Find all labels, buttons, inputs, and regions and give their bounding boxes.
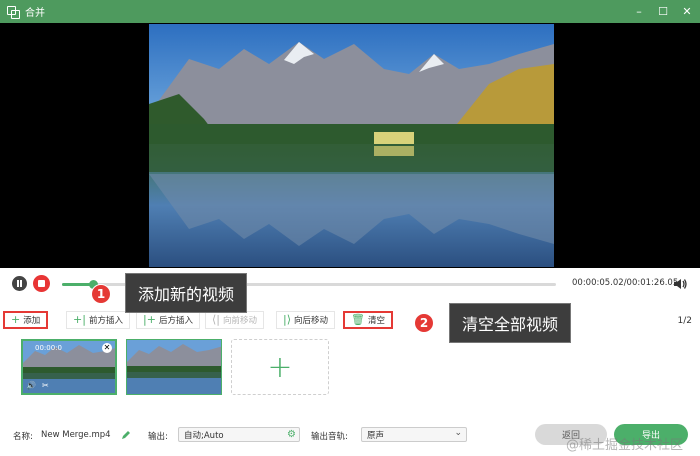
plus-icon: + [267, 349, 293, 385]
insert-before-button[interactable]: +| 前方插入 [66, 311, 130, 329]
clip-thumbnail[interactable] [126, 339, 222, 395]
output-format-select[interactable]: 自动;Auto ⚙ [178, 427, 300, 442]
plus-icon: + [11, 313, 21, 326]
clear-button[interactable]: 🗑 清空 [343, 311, 393, 329]
name-label: 名称: [13, 432, 33, 442]
name-value: New Merge.mp4 [41, 430, 111, 440]
add-button[interactable]: + 添加 [3, 311, 49, 329]
callout-number-1: 1 [91, 284, 111, 304]
insert-after-button[interactable]: |+ 后方插入 [136, 311, 200, 329]
pause-button[interactable] [12, 276, 27, 291]
insert-before-label: 前方插入 [88, 316, 123, 326]
minimize-icon[interactable]: – [634, 6, 644, 17]
trash-icon: 🗑 [351, 313, 365, 326]
move-backward-icon: |⟩ [283, 313, 291, 326]
close-icon[interactable]: ✕ [682, 6, 692, 17]
audio-track-value: 原声 [367, 431, 385, 441]
clear-button-label: 清空 [367, 316, 385, 326]
clip-volume-icon[interactable]: 🔊 [26, 381, 36, 390]
insert-before-icon: +| [73, 313, 86, 326]
clip-strip: 00:00:0 ✕ 🔊 ✂ + [0, 335, 700, 405]
add-clip-placeholder[interactable]: + [231, 339, 329, 395]
move-backward-label: 向后移动 [294, 316, 329, 326]
move-forward-icon: ⟨| [212, 313, 220, 326]
add-button-label: 添加 [23, 316, 41, 326]
clip-thumbnail[interactable]: 00:00:0 ✕ 🔊 ✂ [21, 339, 117, 395]
window-controls: – ☐ ✕ [634, 0, 692, 23]
window-title: 合并 [25, 8, 45, 19]
clip-toolbar: + 添加 +| 前方插入 |+ 后方插入 ⟨| 向前移动 |⟩ 向后移动 🗑 清… [0, 307, 700, 333]
video-player [0, 23, 700, 268]
clip-duration: 00:00:0 [35, 344, 62, 352]
edit-icon[interactable] [121, 430, 131, 440]
volume-icon[interactable] [672, 276, 688, 292]
clip-thumbnail-image [127, 340, 221, 394]
move-forward-label: 向前移动 [223, 316, 258, 326]
move-forward-button[interactable]: ⟨| 向前移动 [205, 311, 265, 329]
output-format-value: 自动;Auto [184, 431, 224, 441]
callout-add-video: 添加新的视频 [125, 273, 248, 313]
insert-after-icon: |+ [143, 313, 156, 326]
callout-number-2: 2 [414, 313, 434, 333]
clip-remove-icon[interactable]: ✕ [102, 343, 112, 353]
stop-button[interactable] [33, 275, 50, 292]
page-count: 1/2 [677, 316, 692, 326]
audio-track-select[interactable]: 原声 ⌄ [361, 427, 467, 442]
time-readout: 00:00:05.02/00:01:26.05 [572, 278, 679, 288]
merge-app-icon [7, 5, 20, 19]
title-bar: 合并 – ☐ ✕ [0, 0, 700, 23]
chevron-down-icon: ⌄ [454, 428, 462, 438]
insert-after-label: 后方插入 [158, 316, 193, 326]
gear-icon[interactable]: ⚙ [287, 429, 296, 440]
audio-track-label: 输出音轨: [311, 432, 348, 442]
watermark: @稀土掘金技术社区 [566, 438, 684, 453]
move-backward-button[interactable]: |⟩ 向后移动 [276, 311, 336, 329]
maximize-icon[interactable]: ☐ [658, 6, 668, 17]
output-label: 输出: [148, 432, 168, 442]
clip-scissors-icon[interactable]: ✂ [42, 381, 49, 390]
video-frame [149, 24, 554, 267]
